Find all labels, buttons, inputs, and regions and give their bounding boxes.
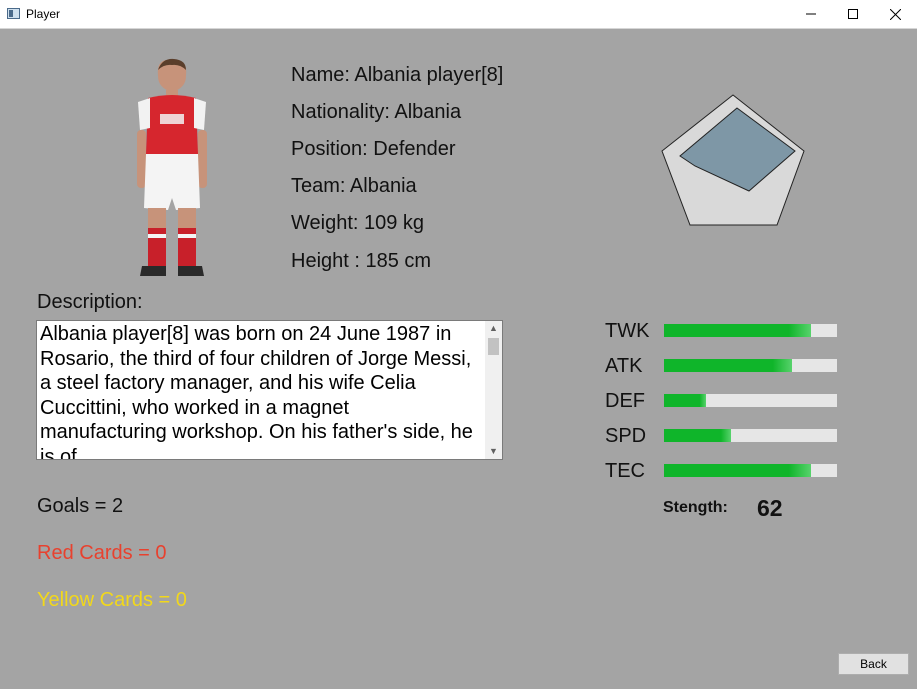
player-weight: Weight: 109 kg xyxy=(291,212,425,234)
red-cards-count: Red Cards = 0 xyxy=(37,542,167,564)
close-icon xyxy=(889,8,901,20)
scroll-down-icon[interactable]: ▼ xyxy=(485,444,502,459)
scroll-up-icon[interactable]: ▲ xyxy=(485,321,502,336)
stat-fill xyxy=(664,394,706,407)
maximize-icon xyxy=(848,9,858,19)
stat-label-spd: SPD xyxy=(605,425,647,447)
player-nationality: Nationality: Albania xyxy=(291,101,462,123)
yellow-cards-count: Yellow Cards = 0 xyxy=(37,589,187,611)
stat-fill xyxy=(664,429,732,442)
stat-bar-tec xyxy=(664,464,837,477)
scrollbar-thumb[interactable] xyxy=(488,338,499,355)
player-team: Team: Albania xyxy=(291,175,417,197)
description-text: Albania player[8] was born on 24 June 19… xyxy=(40,323,473,460)
player-name: Name: Albania player[8] xyxy=(291,64,504,86)
player-image xyxy=(137,58,207,276)
strength-value: 62 xyxy=(757,495,783,521)
player-position: Position: Defender xyxy=(291,138,456,160)
stats-radar-chart xyxy=(661,94,805,226)
stat-bar-def xyxy=(664,394,837,407)
stat-fill xyxy=(664,464,812,477)
stat-bar-spd xyxy=(664,429,837,442)
app-window-icon xyxy=(7,8,20,19)
stat-bar-atk xyxy=(664,359,837,372)
player-height: Height : 185 cm xyxy=(291,250,432,272)
stat-label-tec: TEC xyxy=(605,460,645,482)
back-button[interactable]: Back xyxy=(838,653,909,675)
description-scrollbar[interactable]: ▲ ▼ xyxy=(485,321,502,459)
minimize-button[interactable] xyxy=(790,0,832,28)
description-textarea[interactable]: Albania player[8] was born on 24 June 19… xyxy=(36,320,503,460)
stat-label-def: DEF xyxy=(605,390,645,412)
description-label: Description: xyxy=(37,291,143,313)
maximize-button[interactable] xyxy=(832,0,874,28)
window-title: Player xyxy=(26,7,61,21)
close-button[interactable] xyxy=(874,0,916,28)
goals-count: Goals = 2 xyxy=(37,495,124,517)
stat-fill xyxy=(664,359,793,372)
minimize-icon xyxy=(806,13,816,15)
stat-bar-twk xyxy=(664,324,837,337)
stat-label-atk: ATK xyxy=(605,355,643,377)
title-bar: Player xyxy=(0,0,917,29)
stat-label-twk: TWK xyxy=(605,320,650,342)
stat-fill xyxy=(664,324,812,337)
strength-label: Stength: xyxy=(663,499,728,516)
